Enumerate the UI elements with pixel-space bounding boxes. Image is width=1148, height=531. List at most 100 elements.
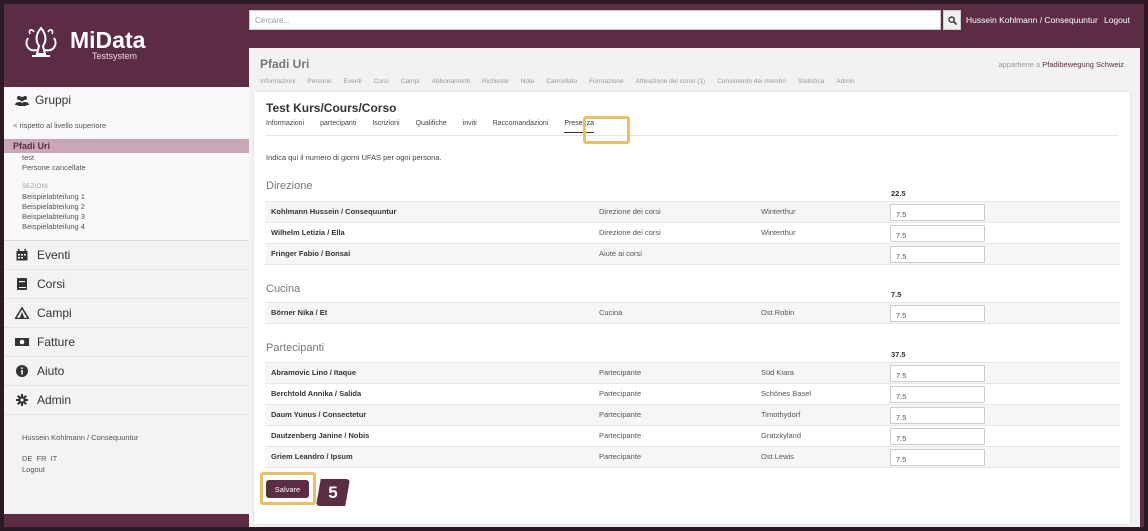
section-item[interactable]: Beispielabteilung 2: [4, 202, 249, 212]
days-input[interactable]: 7.5: [890, 225, 985, 242]
table-row: Fringer Fabio / Bonsai Aiute ai corsi 7.…: [265, 243, 1120, 264]
sub-item-deleted-people[interactable]: Persone cancellate: [4, 163, 249, 173]
top-logout-link[interactable]: Logout: [1104, 15, 1130, 25]
parent-group-link[interactable]: Pfadibewegung Schweiz: [1042, 60, 1124, 69]
search-button[interactable]: [943, 10, 961, 30]
person-place: Timothydorf: [761, 410, 801, 419]
section-total: 22.5: [891, 189, 906, 198]
nav-item-label: Admin: [37, 393, 72, 407]
days-input[interactable]: 7.5: [890, 449, 985, 466]
nav-item-label: Campi: [37, 306, 72, 320]
group-tab[interactable]: Corsi: [374, 78, 389, 85]
course-tabs: Informazioni partecipanti Iscrizioni Qua…: [266, 120, 1118, 136]
section-item[interactable]: Beispielabteilung 4: [4, 222, 249, 232]
person-name[interactable]: Griem Leandro / Ipsum: [271, 452, 353, 461]
nav-item-label: Aiuto: [37, 364, 65, 378]
days-input[interactable]: 7.5: [890, 365, 985, 382]
nav-item-invoices[interactable]: Fatture: [4, 328, 249, 357]
person-place: Winterthur: [761, 207, 796, 216]
scout-lily-logo-icon: [25, 26, 57, 57]
tent-icon: [15, 307, 29, 320]
active-group-item[interactable]: Pfadi Uri: [4, 139, 249, 153]
group-tab[interactable]: Attivazione del corso (1): [636, 78, 706, 85]
person-name[interactable]: Börner Nika / Et: [271, 308, 327, 317]
group-tab[interactable]: Admin: [836, 78, 854, 85]
nav-item-help[interactable]: Aiuto: [4, 357, 249, 386]
group-tab[interactable]: Informazioni: [260, 78, 295, 85]
tab-partecipanti[interactable]: partecipanti: [320, 120, 356, 135]
top-user-link[interactable]: Hussein Kohlmann / Consequuntur: [966, 15, 1098, 25]
tab-raccomandazioni[interactable]: Raccomandazioni: [493, 120, 549, 135]
table-row: Wilhelm Letizia / Ella Direzione dei cor…: [265, 222, 1120, 243]
sidebar-user-name[interactable]: Hussein Kohlmann / Consequuntur: [4, 415, 249, 442]
group-tab[interactable]: Richieste: [482, 78, 509, 85]
table-divider: [265, 467, 1120, 468]
search-icon: [947, 15, 957, 25]
person-role: Aiute ai corsi: [599, 249, 642, 258]
search-input[interactable]: Cercare...: [249, 10, 941, 30]
group-tab[interactable]: Persone: [307, 78, 331, 85]
section-item[interactable]: Beispielabteilung 1: [4, 192, 249, 202]
table-row: Berchtold Annika / Salida Partecipante S…: [265, 383, 1120, 404]
nav-item-courses[interactable]: Corsi: [4, 270, 249, 299]
logo[interactable]: MiData Testsystem: [4, 4, 249, 86]
nav-item-label: Fatture: [37, 335, 76, 349]
person-role: Partecipante: [599, 368, 642, 377]
section-title-direzione: Direzione: [266, 180, 313, 192]
tab-informazioni[interactable]: Informazioni: [266, 120, 304, 135]
days-input[interactable]: 7.5: [890, 204, 985, 221]
group-tab[interactable]: Formazione: [589, 78, 623, 85]
step-number-badge: 5: [316, 479, 350, 506]
nav-item-events[interactable]: Eventi: [4, 241, 249, 270]
group-tab[interactable]: Abbonamenti: [432, 78, 470, 85]
person-role: Direzione dei corsi: [599, 207, 661, 216]
highlight-save-button: [260, 472, 316, 505]
person-name[interactable]: Berchtold Annika / Salida: [271, 389, 361, 398]
days-input[interactable]: 7.5: [890, 246, 985, 263]
days-input[interactable]: 7.5: [890, 407, 985, 424]
section-title-cucina: Cucina: [266, 283, 301, 295]
tab-inviti[interactable]: inviti: [463, 120, 477, 135]
group-tab[interactable]: Campi: [401, 78, 420, 85]
sidebar: MiData Testsystem Gruppi < rispetto al l…: [4, 4, 249, 527]
belongs-prefix: appartiene a: [998, 60, 1041, 69]
nav-item-camps[interactable]: Campi: [4, 299, 249, 328]
days-input[interactable]: 7.5: [890, 428, 985, 445]
language-switcher[interactable]: DE FR IT: [4, 442, 249, 463]
intro-text: Indica qui il numero di giorni UFAS per …: [266, 153, 442, 162]
group-tab[interactable]: Censimento dei membri: [717, 78, 786, 85]
info-icon: [15, 365, 29, 378]
parent-level-link[interactable]: < rispetto al livello superiore: [4, 121, 249, 131]
person-name[interactable]: Kohlmann Hussein / Consequuntur: [271, 207, 396, 216]
group-title: Pfadi Uri: [260, 57, 310, 71]
sub-item-test[interactable]: test: [4, 153, 249, 163]
person-name[interactable]: Wilhelm Letizia / Ella: [271, 228, 345, 237]
person-name[interactable]: Daum Yunus / Consectetur: [271, 410, 366, 419]
group-tab[interactable]: Statistica: [798, 78, 824, 85]
nav-item-admin[interactable]: Admin: [4, 386, 249, 415]
days-input[interactable]: 7.5: [890, 386, 985, 403]
days-input[interactable]: 7.5: [890, 305, 985, 322]
group-tab[interactable]: Eventi: [344, 78, 362, 85]
person-place: Süd Kiara: [761, 368, 794, 377]
section-total: 7.5: [891, 290, 902, 299]
person-name[interactable]: Fringer Fabio / Bonsai: [271, 249, 350, 258]
navigation-panel: Gruppi < rispetto al livello superiore P…: [4, 87, 249, 514]
person-role: Partecipante: [599, 389, 642, 398]
person-name[interactable]: Dautzenberg Janine / Nobis: [271, 431, 369, 440]
tab-qualifiche[interactable]: Qualifiche: [416, 120, 447, 135]
nav-groups-header[interactable]: Gruppi: [4, 87, 249, 113]
highlight-presenza-tab: [583, 116, 630, 144]
calendar-icon: [15, 249, 29, 262]
course-panel: Test Kurs/Cours/Corso Informazioni parte…: [254, 92, 1130, 524]
group-tab[interactable]: Cancellato: [546, 78, 577, 85]
group-tab[interactable]: Note: [521, 78, 535, 85]
person-place: Ost Robin: [761, 308, 795, 317]
person-role: Partecipante: [599, 410, 642, 419]
section-item[interactable]: Beispielabteilung 3: [4, 212, 249, 222]
person-place: Schönes Basel: [761, 389, 812, 398]
tab-iscrizioni[interactable]: Iscrizioni: [372, 120, 399, 135]
person-name[interactable]: Abramovic Lino / Itaque: [271, 368, 356, 377]
table-row: Dautzenberg Janine / Nobis Partecipante …: [265, 425, 1120, 446]
sidebar-logout-link[interactable]: Logout: [4, 463, 249, 474]
